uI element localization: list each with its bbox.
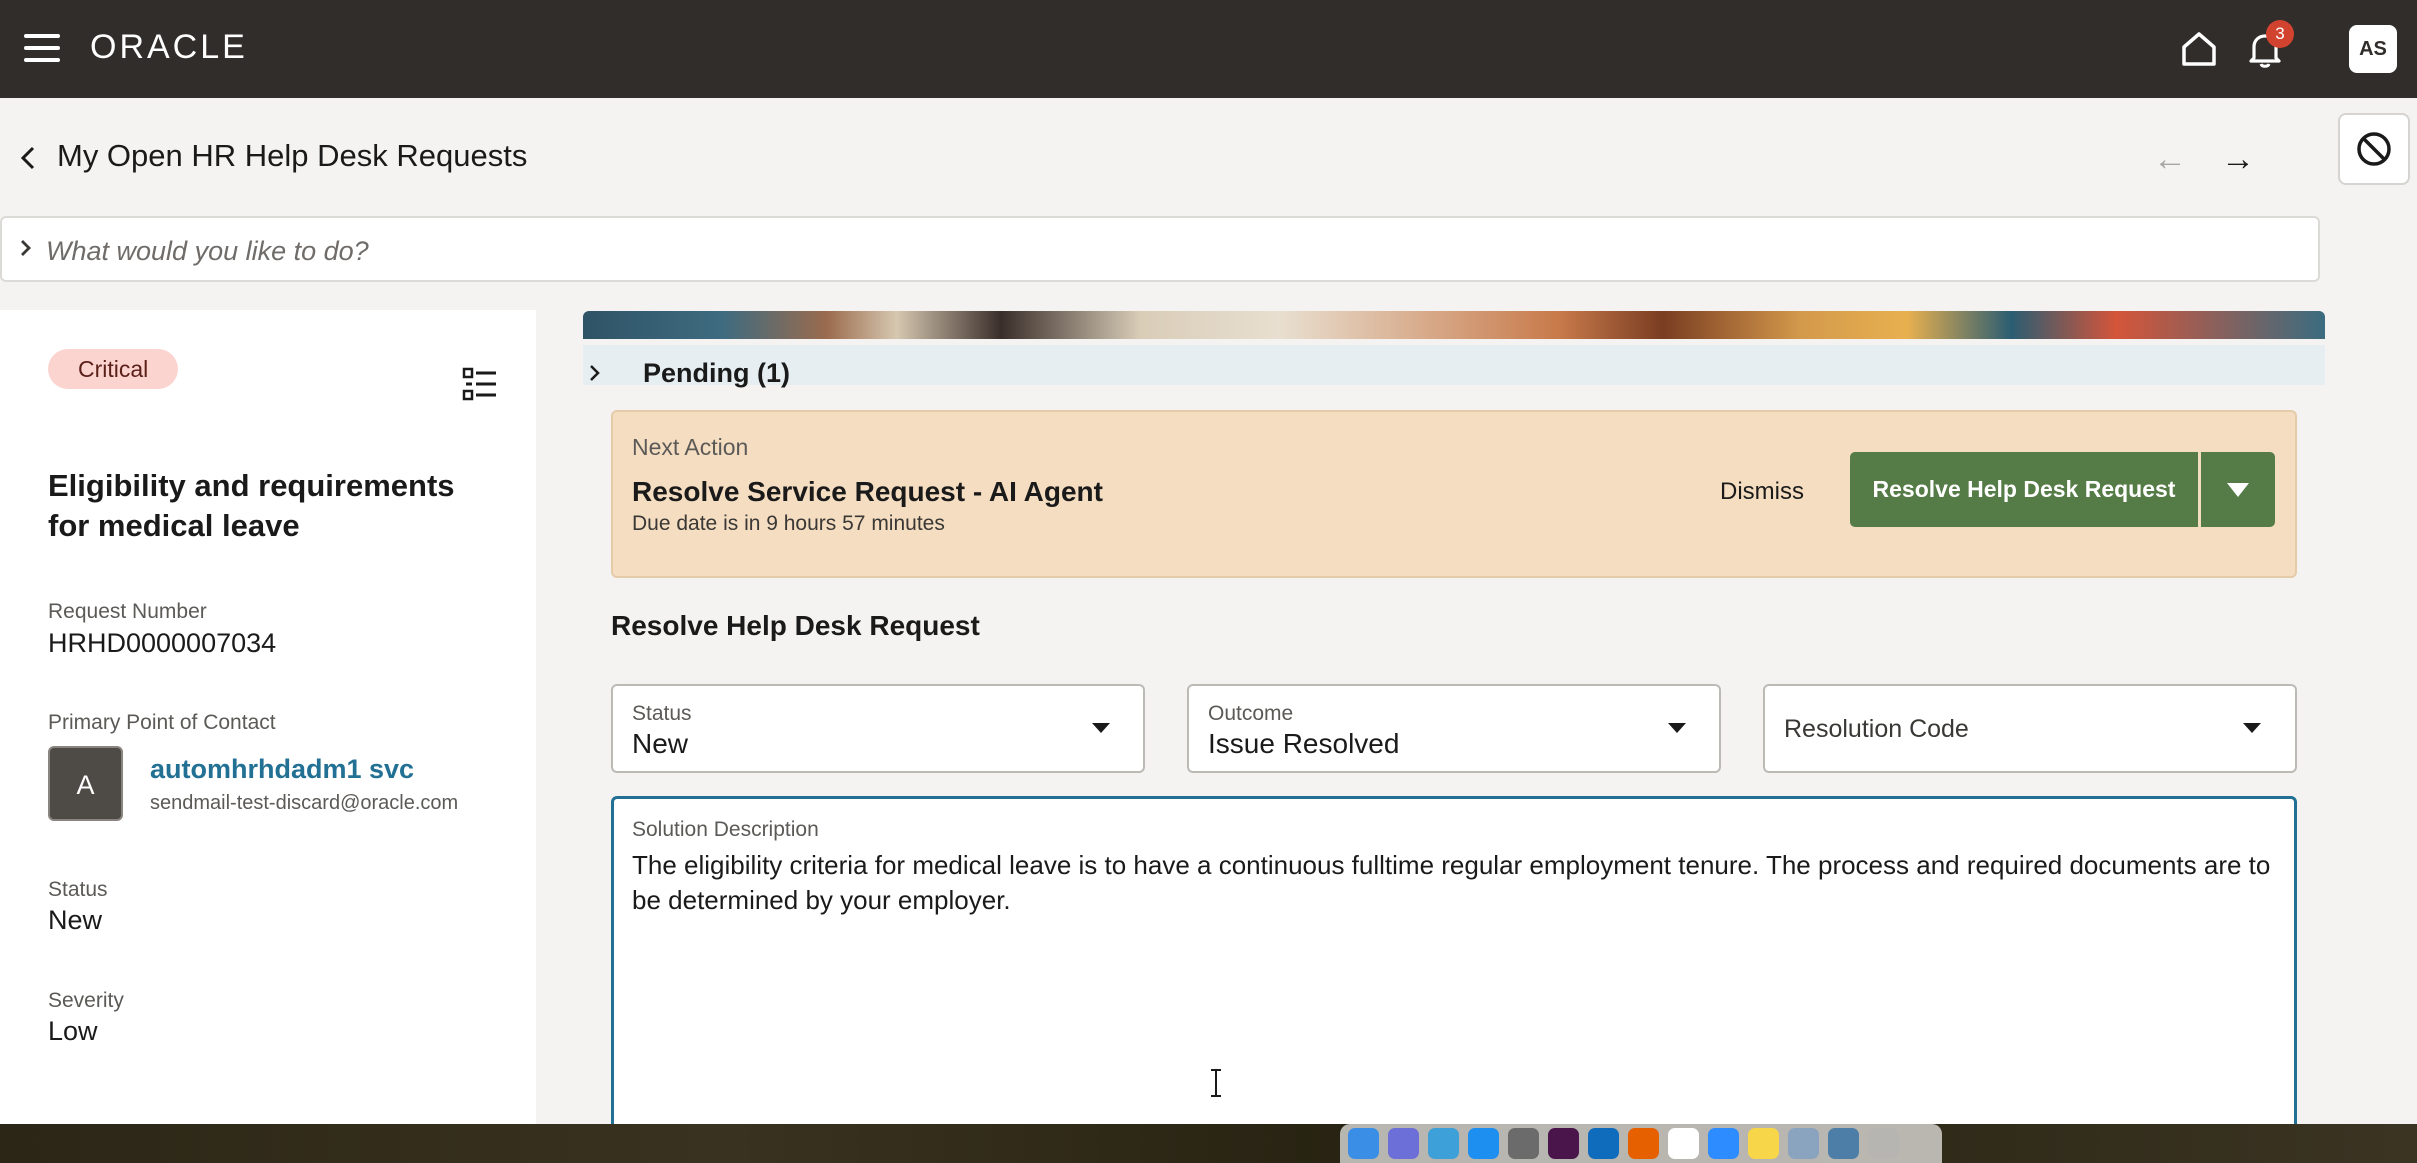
launchpad-icon[interactable] <box>1388 1128 1419 1159</box>
settings-icon[interactable] <box>1508 1128 1539 1159</box>
status-label: Status <box>48 878 108 901</box>
outcome-select-value: Issue Resolved <box>1208 728 1400 759</box>
severity-value: Low <box>48 1016 98 1046</box>
back-chevron-icon[interactable] <box>16 143 40 173</box>
notes-icon[interactable] <box>1748 1128 1779 1159</box>
chevron-down-icon <box>1668 723 1686 733</box>
slack-icon[interactable] <box>1548 1128 1579 1159</box>
page-title: My Open HR Help Desk Requests <box>57 138 528 173</box>
status-select-value: New <box>632 728 689 759</box>
decorative-banner <box>583 311 2325 339</box>
pending-section-header[interactable] <box>583 345 2325 385</box>
trash-icon[interactable] <box>1868 1128 1899 1159</box>
home-icon[interactable] <box>2178 28 2220 70</box>
app-window: ORACLE 3 AS My Open HR Help Desk Request… <box>0 0 2417 1124</box>
solution-description-label: Solution Description <box>632 818 819 841</box>
next-arrow-icon[interactable]: → <box>2221 140 2255 179</box>
previous-arrow-icon[interactable]: ← <box>2153 140 2187 179</box>
pending-label[interactable]: Pending (1) <box>643 358 790 389</box>
ban-icon <box>2357 132 2391 166</box>
resolve-help-desk-request-button[interactable]: Resolve Help Desk Request <box>1850 452 2198 527</box>
next-action-label: Next Action <box>632 434 749 460</box>
status-value: New <box>48 905 103 935</box>
request-number-value: HRHD0000007034 <box>48 628 277 658</box>
notification-count-badge: 3 <box>2266 20 2294 48</box>
user-avatar[interactable]: AS <box>2349 25 2397 73</box>
app-store-icon[interactable] <box>1468 1128 1499 1159</box>
menu-icon[interactable] <box>24 34 60 62</box>
request-title: Eligibility and requirements for medical… <box>48 468 455 543</box>
list-view-icon[interactable] <box>462 366 498 402</box>
outcome-select-label: Outcome <box>1208 702 1294 725</box>
chevron-down-icon <box>1092 723 1110 733</box>
request-number-label: Request Number <box>48 600 207 623</box>
finder-icon[interactable] <box>1348 1128 1379 1159</box>
global-header <box>0 0 2417 98</box>
text-cursor-icon <box>1211 1069 1221 1097</box>
resolve-section-title: Resolve Help Desk Request <box>611 610 980 641</box>
dismiss-button[interactable]: Dismiss <box>1720 478 1804 506</box>
desktop-wallpaper <box>0 1124 2417 1163</box>
pending-expand-chevron-icon[interactable] <box>588 362 602 384</box>
zoom-icon[interactable] <box>1708 1128 1739 1159</box>
next-action-title: Resolve Service Request - AI Agent <box>632 476 1103 507</box>
contact-name-link[interactable]: automhrhdadm1 svc <box>150 754 414 785</box>
resolve-actions-dropdown-button[interactable] <box>2201 452 2275 527</box>
quicktime-icon[interactable] <box>1828 1128 1859 1159</box>
oracle-logo[interactable]: ORACLE <box>90 28 248 67</box>
outlook-icon[interactable] <box>1588 1128 1619 1159</box>
ban-button[interactable] <box>2338 113 2410 185</box>
chatgpt-icon[interactable] <box>1668 1128 1699 1159</box>
solution-description-textarea[interactable] <box>611 796 2297 1124</box>
contact-label: Primary Point of Contact <box>48 711 276 734</box>
macos-dock <box>1340 1124 1942 1163</box>
status-select-label: Status <box>632 702 692 725</box>
priority-badge: Critical <box>48 349 179 389</box>
severity-label: Severity <box>48 989 124 1012</box>
contact-email: sendmail-test-discard@oracle.com <box>150 792 459 814</box>
freeform-icon[interactable] <box>1428 1128 1459 1159</box>
resolution-code-placeholder: Resolution Code <box>1784 715 1969 743</box>
next-action-due-date: Due date is in 9 hours 57 minutes <box>632 512 945 535</box>
solution-description-text[interactable]: The eligibility criteria for medical lea… <box>632 848 2280 918</box>
chevron-down-icon <box>2243 723 2261 733</box>
firefox-icon[interactable] <box>1628 1128 1659 1159</box>
what-would-you-like-to-do-input[interactable] <box>46 233 2246 269</box>
status-select[interactable] <box>611 684 1145 773</box>
caret-down-icon <box>2227 482 2249 497</box>
expand-chevron-icon[interactable] <box>18 236 34 260</box>
contact-avatar: A <box>48 746 123 821</box>
preview-icon[interactable] <box>1788 1128 1819 1159</box>
